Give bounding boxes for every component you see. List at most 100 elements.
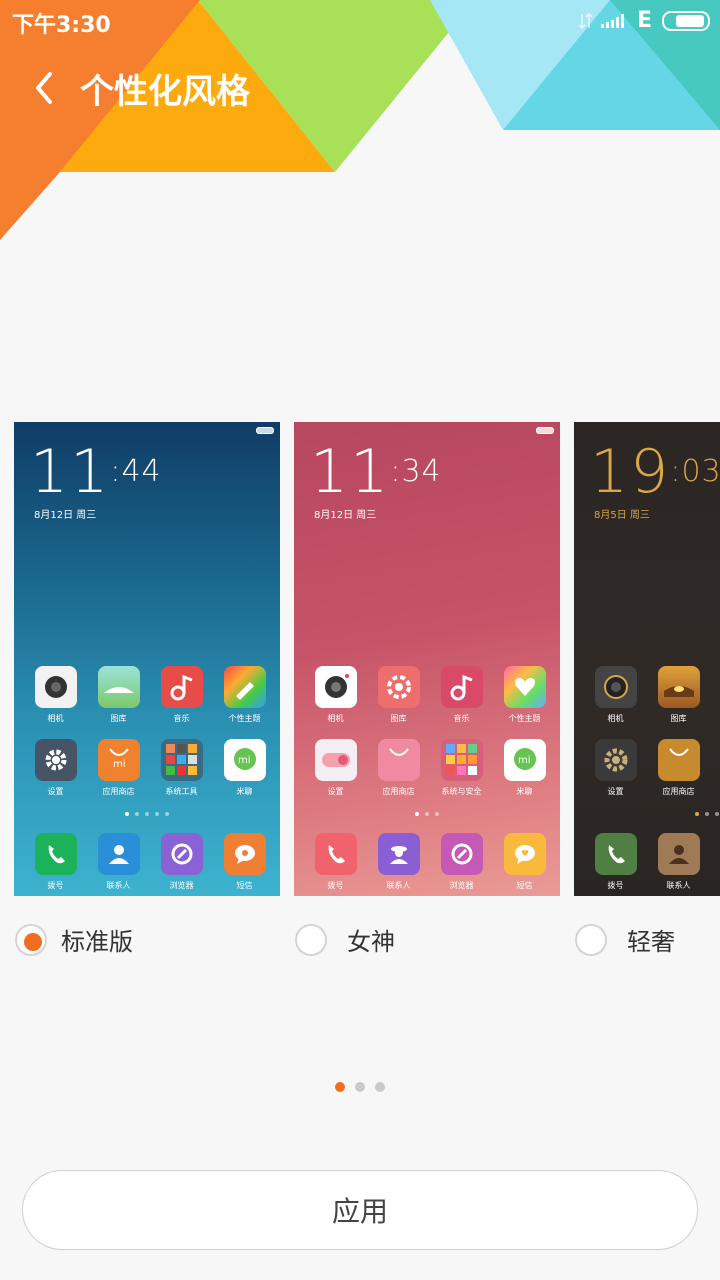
app-store: mi 应用商店	[87, 739, 150, 797]
music-icon	[170, 674, 193, 701]
camera-icon	[324, 674, 349, 698]
bag-icon	[388, 748, 409, 756]
app-browser: 浏览器	[430, 833, 493, 891]
app-dialer: 拨号	[24, 833, 87, 891]
app-camera: 相机	[584, 666, 647, 724]
theme-preview-standard[interactable]: 11:44 8月12日 周三 相机 图库 音乐 个性主题 设置 mi 应用商店 系…	[14, 422, 280, 896]
page-dot	[375, 1082, 385, 1092]
toggle-icon	[321, 753, 350, 767]
camera-icon	[603, 675, 628, 699]
preview-date: 8月12日 周三	[314, 510, 377, 521]
camera-icon	[44, 676, 67, 698]
gear-icon	[604, 748, 627, 772]
gallery-icon	[663, 686, 694, 697]
app-store: 应用商店	[647, 739, 710, 797]
network-type: E	[636, 8, 652, 33]
app-dialer: 拨号	[304, 833, 367, 891]
app-dialer: 拨号	[584, 833, 647, 891]
app-miliao: mi 米聊	[213, 739, 276, 797]
signal-icon	[600, 13, 624, 28]
option-label: 标准版	[61, 928, 133, 956]
heart-icon	[514, 678, 535, 696]
gallery-icon	[103, 687, 134, 693]
app-music: 音乐	[430, 666, 493, 724]
app-camera: 相机	[24, 666, 87, 724]
app-system-security: 系统与安全	[430, 739, 493, 797]
preview-page-dots	[574, 812, 720, 816]
option-luxury[interactable]: 轻奢	[575, 922, 675, 957]
gear-icon	[45, 749, 66, 771]
app-themes: 个性主题	[213, 666, 276, 724]
option-label: 轻奢	[627, 928, 675, 956]
app-settings: 设置	[304, 739, 367, 797]
app-settings: 设置	[24, 739, 87, 797]
preview-clock: 11:44	[30, 437, 162, 507]
preview-date: 8月5日 周三	[594, 510, 650, 521]
back-button[interactable]	[28, 68, 62, 108]
app-store: 应用商店	[367, 739, 430, 797]
app-gallery: 图库	[87, 666, 150, 724]
page-title: 个性化风格	[80, 72, 250, 112]
option-standard[interactable]: 标准版	[15, 922, 133, 957]
chevron-left-icon	[36, 72, 52, 104]
app-contacts: 联系人	[87, 833, 150, 891]
phone-icon	[608, 845, 625, 864]
chat-icon: mi	[513, 748, 536, 770]
app-miliao: mi 米聊	[493, 739, 556, 797]
option-goddess[interactable]: 女神	[295, 922, 395, 957]
svg-text:mi: mi	[113, 759, 126, 770]
data-transfer-icon	[578, 12, 593, 29]
radio-goddess[interactable]	[295, 923, 327, 956]
apply-button[interactable]: 应用	[22, 1170, 698, 1250]
preview-page-dots	[14, 812, 280, 816]
folder-icon	[165, 744, 197, 775]
message-icon	[514, 845, 535, 864]
preview-clock: 11:34	[310, 437, 442, 507]
app-music: 音乐	[150, 666, 213, 724]
radio-standard[interactable]	[15, 923, 47, 956]
music-icon	[450, 674, 473, 701]
browser-icon	[451, 843, 472, 865]
browser-icon	[171, 843, 192, 865]
status-icons: E	[577, 8, 710, 33]
preview-clock: 19:03	[590, 437, 720, 507]
theme-preview-goddess[interactable]: 11:34 8月12日 周三 相机 图库 音乐 个性主题 设置 应用商店 系统与…	[294, 422, 560, 896]
app-messages: 短信	[213, 833, 276, 891]
battery-icon	[662, 10, 710, 31]
option-label: 女神	[347, 928, 395, 956]
app-contacts: 联系人	[367, 833, 430, 891]
page-indicator	[335, 1082, 385, 1092]
preview-battery-icon	[256, 427, 274, 434]
app-messages: 短信	[493, 833, 556, 891]
phone-icon	[48, 845, 65, 864]
preview-date: 8月12日 周三	[34, 510, 97, 521]
app-system-tools: 系统工具	[150, 739, 213, 797]
page-dot	[355, 1082, 365, 1092]
app-gallery: 图库	[367, 666, 430, 724]
app-gallery: 图库	[647, 666, 710, 724]
app-camera: 相机	[304, 666, 367, 724]
bag-icon	[668, 748, 689, 756]
store-icon: mi	[108, 748, 129, 770]
app-contacts: 联系人	[647, 833, 710, 891]
contacts-icon	[668, 845, 689, 864]
phone-icon	[328, 845, 345, 864]
svg-text:mi: mi	[518, 755, 531, 766]
status-time: 下午3:30	[12, 13, 111, 38]
theme-preview-luxury[interactable]: 19:03 8月5日 周三 相机 图库 设置 应用商店 拨号 联系人	[574, 422, 720, 896]
folder-icon	[445, 744, 477, 775]
preview-page-dots	[294, 812, 560, 816]
preview-battery-icon	[536, 427, 554, 434]
app-themes: 个性主题	[493, 666, 556, 724]
app-settings: 设置	[584, 739, 647, 797]
flower-icon	[386, 675, 411, 699]
message-icon	[234, 845, 255, 864]
contacts-icon	[389, 846, 408, 864]
app-browser: 浏览器	[150, 833, 213, 891]
chat-icon: mi	[233, 748, 256, 770]
contacts-icon	[108, 845, 129, 864]
brush-icon	[235, 682, 254, 700]
page-dot-active	[335, 1082, 345, 1092]
svg-text:mi: mi	[238, 755, 251, 766]
radio-luxury[interactable]	[575, 923, 607, 956]
